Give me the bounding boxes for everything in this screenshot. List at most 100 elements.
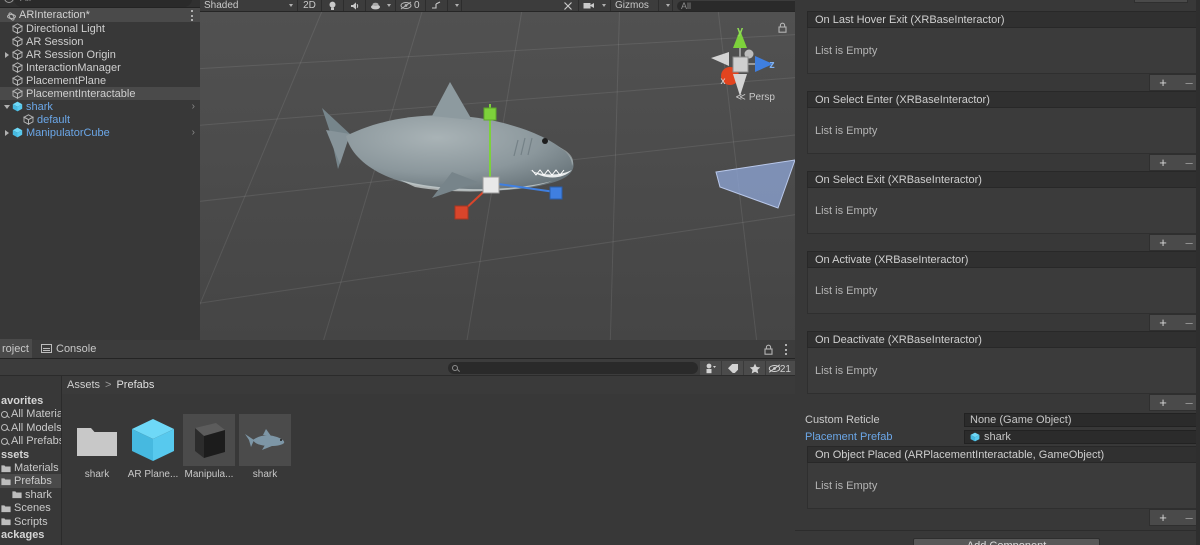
svg-text:y: y: [737, 25, 744, 37]
scene-projection-label[interactable]: ≪ Persp: [735, 92, 775, 103]
add-event-button[interactable]: +: [1159, 396, 1167, 409]
event-title: On Select Exit (XRBaseInteractor): [807, 171, 1200, 188]
chevron-down-icon: [602, 4, 606, 7]
project-search-input[interactable]: [448, 362, 698, 374]
hidden-packages-toggle[interactable]: 21: [766, 361, 795, 375]
close-x-icon: [563, 1, 572, 10]
add-component-button[interactable]: Add Component: [913, 538, 1100, 545]
chevron-down-icon[interactable]: [3, 100, 12, 113]
gizmos-dropdown-caret[interactable]: [659, 0, 673, 11]
unity-scene-icon: [5, 10, 16, 21]
hierarchy-item[interactable]: shark ›: [0, 100, 200, 113]
add-event-button[interactable]: +: [1159, 511, 1167, 524]
remove-event-button[interactable]: –: [1170, 0, 1177, 2]
remove-event-button[interactable]: –: [1185, 396, 1192, 409]
add-component-label: Add Component: [967, 540, 1047, 545]
search-favorite-button[interactable]: [744, 361, 766, 375]
add-event-button[interactable]: +: [1159, 316, 1167, 329]
add-event-button[interactable]: +: [1159, 236, 1167, 249]
event-block-on-object-placed: On Object Placed (ARPlacementInteractabl…: [807, 446, 1200, 526]
scene-camera-toggle[interactable]: [557, 0, 579, 11]
project-tree-item[interactable]: Scripts: [0, 515, 61, 529]
hierarchy-item[interactable]: ManipulatorCube ›: [0, 126, 200, 139]
open-prefab-arrow-icon[interactable]: ›: [192, 101, 195, 112]
hierarchy-item[interactable]: AR Session: [0, 35, 200, 48]
toggle-2d-button[interactable]: 2D: [298, 0, 322, 11]
remove-event-button[interactable]: –: [1185, 511, 1192, 524]
inspector-scrollbar[interactable]: [1196, 0, 1200, 545]
event-list-add-remove-top[interactable]: + –: [1134, 0, 1188, 3]
project-tree-item[interactable]: All Models: [0, 421, 62, 435]
chevron-right-icon[interactable]: [3, 126, 12, 139]
gizmos-dropdown[interactable]: Gizmos: [611, 0, 659, 11]
hierarchy-search-input[interactable]: All: [14, 0, 192, 7]
project-tree-item[interactable]: All Prefabs: [0, 434, 61, 448]
grid-snap-dropdown[interactable]: [448, 0, 462, 11]
project-tree-label: All Materials: [11, 408, 61, 421]
object-field-placement-prefab[interactable]: shark: [964, 430, 1200, 444]
scene-search-input[interactable]: All: [677, 0, 795, 11]
event-list-add-remove: + –: [807, 234, 1200, 251]
search-label-filter-button[interactable]: [722, 361, 744, 375]
project-tree-item[interactable]: ackages: [0, 528, 61, 542]
hierarchy-item[interactable]: InteractionManager: [0, 61, 200, 74]
scene-audio-toggle[interactable]: [344, 0, 366, 11]
project-tree-item[interactable]: avorites: [0, 394, 61, 408]
scene-orientation-gizmo[interactable]: y z x: [703, 24, 777, 98]
remove-event-button[interactable]: –: [1185, 236, 1192, 249]
folder-icon: [1, 477, 11, 486]
project-tree-label: All Models: [11, 421, 62, 434]
prefab-cube-icon: [127, 414, 179, 466]
project-tree-item[interactable]: shark: [0, 488, 61, 502]
search-save-filter-button[interactable]: [700, 361, 722, 375]
open-prefab-arrow-icon[interactable]: ›: [192, 127, 195, 138]
breadcrumb-root[interactable]: Assets: [67, 379, 100, 391]
add-event-button[interactable]: +: [1159, 76, 1167, 89]
shading-mode-dropdown[interactable]: Shaded: [200, 0, 298, 11]
scene-fx-dropdown[interactable]: [366, 0, 396, 11]
remove-event-button[interactable]: –: [1185, 316, 1192, 329]
hierarchy-item[interactable]: PlacementInteractable: [0, 87, 200, 100]
project-lock-icon[interactable]: [764, 344, 773, 355]
remove-event-button[interactable]: –: [1185, 76, 1192, 89]
hidden-objects-toggle[interactable]: 0: [396, 0, 426, 11]
asset-item-shark-prefab[interactable]: shark: [234, 414, 296, 480]
project-panel-tabs: roject Console: [0, 339, 795, 359]
remove-event-button[interactable]: –: [1185, 156, 1192, 169]
breadcrumb-current[interactable]: Prefabs: [116, 379, 154, 391]
event-block: On Last Hover Exit (XRBaseInteractor) Lis…: [807, 11, 1200, 91]
asset-item-shark-folder[interactable]: shark: [66, 414, 128, 480]
add-event-button[interactable]: +: [1144, 0, 1152, 2]
tab-project[interactable]: roject: [0, 339, 32, 358]
project-tree-item[interactable]: All Materials: [0, 407, 61, 421]
hierarchy-item[interactable]: Directional Light: [0, 22, 200, 35]
project-kebab-menu-icon[interactable]: [785, 344, 788, 355]
add-event-button[interactable]: +: [1159, 156, 1167, 169]
project-tree-item[interactable]: Scenes: [0, 501, 61, 515]
scene-lighting-toggle[interactable]: [322, 0, 344, 11]
prefab-cube-icon: [12, 127, 23, 138]
hierarchy-scene-root[interactable]: ARInteraction*: [0, 8, 200, 22]
scene-view-lock-icon[interactable]: [778, 22, 787, 33]
project-tree-label: Prefabs: [14, 475, 52, 488]
camera-settings-dropdown[interactable]: [579, 0, 611, 11]
hierarchy-panel: All ARInteraction* Directional LightAR S…: [0, 0, 200, 340]
hierarchy-item[interactable]: PlacementPlane: [0, 74, 200, 87]
object-field-custom-reticle[interactable]: None (Game Object): [964, 413, 1200, 427]
project-tree-item[interactable]: Prefabs: [0, 474, 61, 489]
grid-snap-toggle[interactable]: [426, 0, 448, 11]
tab-console[interactable]: Console: [32, 339, 105, 358]
asset-item-ar-plane[interactable]: AR Plane...: [122, 414, 184, 480]
hierarchy-search-bar[interactable]: All: [0, 0, 200, 8]
kebab-menu-icon[interactable]: [191, 10, 194, 21]
asset-item-manipulator-cube[interactable]: Manipula...: [178, 414, 240, 480]
project-tree-item[interactable]: Materials: [0, 461, 61, 475]
chevron-right-icon[interactable]: [3, 48, 12, 61]
hidden-count-label: 0: [414, 0, 420, 11]
project-tree-item[interactable]: ssets: [0, 448, 61, 462]
property-label: Custom Reticle: [805, 414, 880, 426]
hierarchy-item[interactable]: AR Session Origin: [0, 48, 200, 61]
hierarchy-item[interactable]: default: [0, 113, 200, 126]
scene-viewport[interactable]: y z x ≪ Persp: [200, 12, 795, 340]
